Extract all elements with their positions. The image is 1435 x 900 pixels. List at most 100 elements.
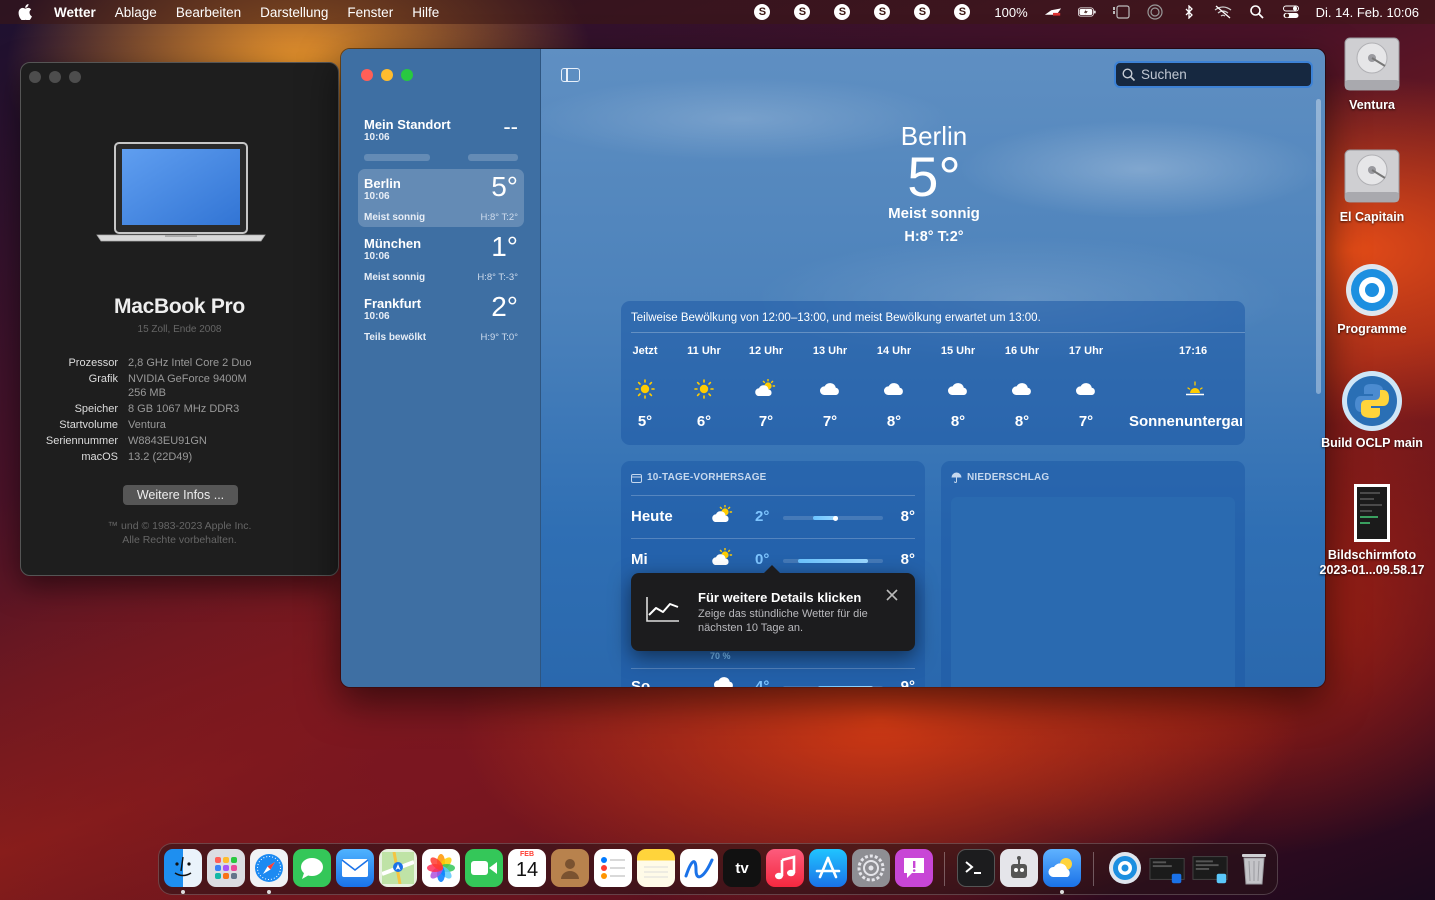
cloud-icon	[1054, 371, 1118, 407]
close-button[interactable]	[29, 71, 41, 83]
safari-icon[interactable]	[250, 849, 288, 887]
day-row[interactable]: Heute 2° 8°	[631, 504, 915, 529]
airdrop-icon[interactable]	[1146, 4, 1164, 20]
hour-item[interactable]: 13 Uhr 7°	[798, 345, 862, 430]
day-low: 2°	[755, 508, 770, 525]
desktop-icon-programme[interactable]: Programme	[1317, 262, 1427, 337]
s-status-icon[interactable]: S	[794, 4, 811, 20]
s-status-icon[interactable]: S	[954, 4, 971, 20]
menu-darstellung[interactable]: Darstellung	[260, 5, 328, 20]
battery-icon[interactable]	[1077, 5, 1096, 19]
desktop-icon-el-capitain[interactable]: El Capitain	[1317, 146, 1427, 225]
s-status-icon[interactable]: S	[874, 4, 891, 20]
apple-tv-icon[interactable]: tv	[723, 849, 761, 887]
photos-icon[interactable]	[422, 849, 460, 887]
menu-ablage[interactable]: Ablage	[115, 5, 157, 20]
spec-value: Ventura	[128, 419, 166, 431]
opencore-dock-icon[interactable]	[1106, 849, 1144, 887]
mail-icon[interactable]	[336, 849, 374, 887]
documents-stack-icon[interactable]	[1192, 849, 1230, 887]
app-status-icon[interactable]	[1044, 5, 1062, 19]
hour-item[interactable]: 15 Uhr 8°	[926, 345, 990, 430]
search-input[interactable]	[1141, 67, 1291, 82]
terminal-icon[interactable]	[957, 849, 995, 887]
zoom-button[interactable]	[69, 71, 81, 83]
cloud-icon	[990, 371, 1054, 407]
wifi-off-icon[interactable]	[1214, 5, 1232, 19]
app-store-icon[interactable]	[809, 849, 847, 887]
stage-manager-icon[interactable]	[1112, 5, 1130, 19]
downloads-stack-icon[interactable]	[1149, 849, 1187, 887]
hour-temp: 8°	[1014, 413, 1030, 430]
hard-drive-icon	[1317, 34, 1427, 94]
feedback-icon[interactable]	[895, 849, 933, 887]
s-status-icon[interactable]: S	[754, 4, 771, 20]
weather-app-icon[interactable]	[1043, 849, 1081, 887]
location-item-frankfurt[interactable]: Frankfurt 10:06 2° Teils bewölkt H:9° T:…	[358, 289, 524, 347]
reminders-icon[interactable]	[594, 849, 632, 887]
hour-item[interactable]: 11 Uhr 6°	[672, 345, 736, 430]
apple-menu-icon[interactable]	[16, 3, 34, 21]
hour-item[interactable]: 14 Uhr 8°	[862, 345, 926, 430]
search-field[interactable]	[1114, 61, 1313, 88]
control-center-icon[interactable]	[1282, 5, 1300, 19]
desktop-icon-screenshot[interactable]: Bildschirmfoto 2023-01...09.58.17	[1317, 482, 1427, 578]
menu-bearbeiten[interactable]: Bearbeiten	[176, 5, 241, 20]
calendar-icon[interactable]: FEB 14	[508, 849, 546, 887]
menu-fenster[interactable]: Fenster	[347, 5, 393, 20]
hour-item-sunset[interactable]: 17:16 Sonnenuntergang	[1129, 345, 1245, 430]
hour-item[interactable]: 12 Uhr 7°	[734, 345, 798, 430]
location-item-muenchen[interactable]: München 10:06 1° Meist sonnig H:8° T:-3°	[358, 229, 524, 287]
spec-key	[21, 387, 128, 399]
hour-label: 17:16	[1179, 345, 1208, 357]
s-status-icon[interactable]: S	[914, 4, 931, 20]
details-tooltip[interactable]: Für weitere Details klicken Zeige das st…	[631, 565, 915, 651]
location-item-berlin[interactable]: Berlin 10:06 5° Meist sonnig H:8° T:2°	[358, 169, 524, 227]
sidebar-toggle-icon[interactable]	[561, 68, 580, 82]
temp-range-bar	[783, 515, 883, 521]
spec-value: NVIDIA GeForce 9400M	[128, 373, 247, 385]
notes-icon[interactable]	[637, 849, 675, 887]
menu-hilfe[interactable]: Hilfe	[412, 5, 439, 20]
hour-item[interactable]: Jetzt 5°	[621, 345, 677, 430]
desktop-icon-ventura[interactable]: Ventura	[1317, 34, 1427, 113]
menu-clock[interactable]: Di. 14. Feb. 10:06	[1316, 5, 1419, 20]
facetime-icon[interactable]	[465, 849, 503, 887]
search-icon[interactable]	[1248, 5, 1266, 19]
music-icon[interactable]	[766, 849, 804, 887]
s-status-icon[interactable]: S	[834, 4, 851, 20]
temp-range-bar	[783, 686, 883, 687]
launchpad-icon[interactable]	[207, 849, 245, 887]
spec-value[interactable]: W8843EU91GN	[128, 435, 207, 447]
precipitation-card[interactable]: NIEDERSCHLAG	[941, 461, 1245, 687]
messages-icon[interactable]	[293, 849, 331, 887]
close-button[interactable]	[361, 69, 373, 81]
maps-icon[interactable]	[379, 849, 417, 887]
hour-item[interactable]: 17 Uhr 7°	[1054, 345, 1118, 430]
hour-item[interactable]: 16 Uhr 8°	[990, 345, 1054, 430]
location-item-my-location[interactable]: Mein Standort 10:06 --	[358, 110, 524, 168]
minimize-button[interactable]	[381, 69, 393, 81]
close-icon[interactable]	[885, 588, 899, 602]
contacts-icon[interactable]	[551, 849, 589, 887]
hour-temp: 7°	[1078, 413, 1094, 430]
day-row[interactable]: So 4° 9°	[631, 675, 915, 688]
desktop-icon-build-oclp[interactable]: Build OCLP main	[1317, 370, 1427, 451]
location-temp: 1°	[491, 231, 518, 262]
minimize-button[interactable]	[49, 71, 61, 83]
finder-icon[interactable]	[164, 849, 202, 887]
system-settings-icon[interactable]	[852, 849, 890, 887]
hourly-forecast-card[interactable]: Teilweise Bewölkung von 12:00–13:00, und…	[621, 301, 1245, 445]
zoom-button[interactable]	[401, 69, 413, 81]
more-info-button[interactable]: Weitere Infos ...	[123, 485, 238, 505]
day-low: 4°	[755, 678, 770, 688]
scrollbar[interactable]	[1316, 99, 1321, 394]
menu-app-name[interactable]: Wetter	[54, 5, 96, 20]
bluetooth-icon[interactable]	[1180, 5, 1198, 19]
automator-icon[interactable]	[1000, 849, 1038, 887]
trash-icon[interactable]	[1235, 849, 1273, 887]
hero-condition: Meist sonnig	[888, 205, 980, 222]
copyright-line: ™ und © 1983-2023 Apple Inc.	[107, 520, 252, 532]
precipitation-map[interactable]	[951, 497, 1235, 687]
freeform-icon[interactable]	[680, 849, 718, 887]
